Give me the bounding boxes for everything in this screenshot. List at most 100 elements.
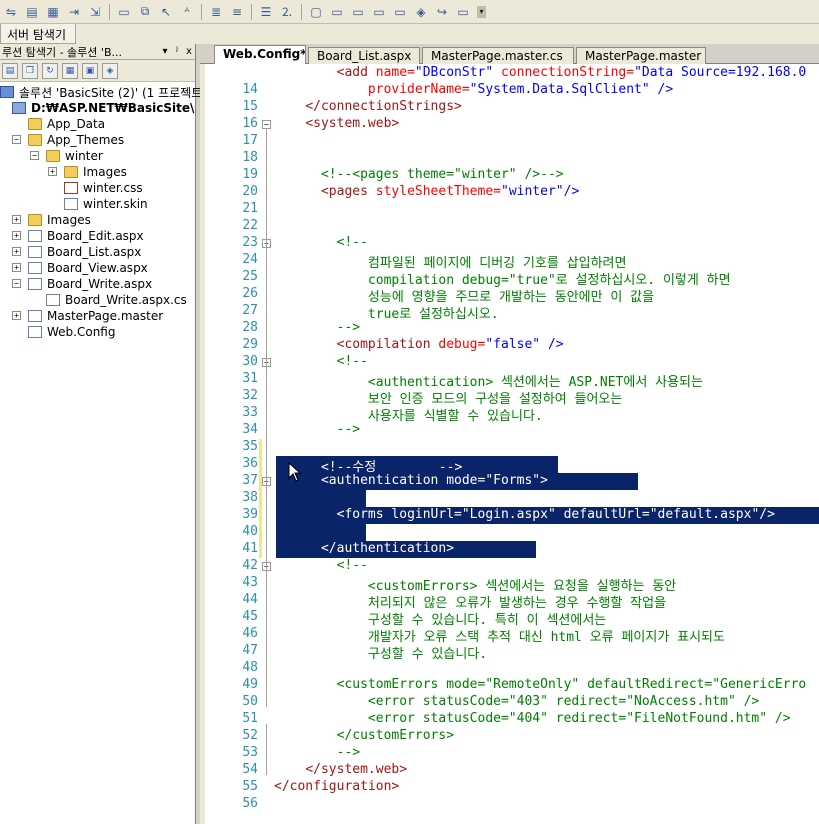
list-icon[interactable]: ☰ [257,3,275,21]
page-icon[interactable]: ▤ [23,3,41,21]
close-icon[interactable]: x [183,46,195,57]
tree-item[interactable]: + Board_Edit.aspx [0,228,195,244]
tree-item[interactable]: App_Data [0,116,195,132]
code-line[interactable]: 54 </system.web> [200,762,819,779]
nav-icon[interactable]: ⇲ [86,3,104,21]
toolbar-overflow-icon[interactable]: ▾ [477,5,486,18]
expand-icon[interactable]: + [48,167,57,176]
code-line[interactable]: 20 <pages styleSheetTheme="winter"/> [200,184,819,201]
code-line[interactable]: 29 <compilation debug="false" /> [200,337,819,354]
format-icon[interactable]: ⇋ [2,3,20,21]
code-line[interactable]: 43 <customErrors> 섹션에서는 요청을 실행하는 동안 [200,575,819,594]
comment4-icon[interactable]: ▭ [391,3,409,21]
pin-icon[interactable]: ᴶ [171,46,183,57]
code-line[interactable]: 49 <customErrors mode="RemoteOnly" defau… [200,677,819,694]
code-line[interactable]: 25 compilation debug="true"로 설정하십시오. 이렇게… [200,269,819,288]
tree-item[interactable]: − Board_Write.aspx [0,276,195,292]
indent-icon[interactable]: ≣ [207,3,225,21]
tree-item[interactable]: + Board_View.aspx [0,260,195,276]
code-line[interactable]: 47 구성할 수 있습니다. [200,643,819,662]
expand-icon[interactable]: + [12,231,21,240]
comment7-icon[interactable]: ▭ [454,3,472,21]
tree-item[interactable]: Web.Config [0,324,195,340]
window-icon[interactable]: ▭ [115,3,133,21]
pointer-icon[interactable]: ↖ [157,3,175,21]
layers-icon[interactable]: ⧉ [136,3,154,21]
code-line[interactable]: 41 </authentication> [200,541,819,558]
properties-icon[interactable]: ▤ [2,62,18,79]
expand-icon[interactable]: + [12,263,21,272]
outdent-icon[interactable]: ≡ [228,3,246,21]
code-line[interactable]: 17 [200,133,819,150]
nest-files-icon[interactable]: ▦ [62,62,78,79]
refresh-icon[interactable]: ↻ [42,62,58,79]
code-line[interactable]: 34 --> [200,422,819,439]
copy-website-icon[interactable]: ◈ [102,62,118,79]
code-line[interactable]: 45 구성할 수 있습니다. 특히 이 섹션에서는 [200,609,819,628]
comment6-icon[interactable]: ↪ [433,3,451,21]
tree-item[interactable]: 솔루션 'BasicSite (2)' (1 프로젝트) [0,84,207,100]
tree-item[interactable]: winter.skin [0,196,195,212]
tree-item[interactable]: D:₩ASP.NET₩BasicSite\ [0,100,195,116]
step-icon[interactable]: ⇥ [65,3,83,21]
tree-item[interactable]: winter.css [0,180,195,196]
tree-item[interactable]: + Images [0,164,195,180]
code-line[interactable]: 38 [200,490,819,507]
editor-tab[interactable]: MasterPage.master.cs [422,47,574,64]
show-all-files-icon[interactable]: ❐ [22,62,38,79]
comment3-icon[interactable]: ▭ [370,3,388,21]
code-line[interactable]: 32 보안 인증 모드의 구성을 설정하여 들어오는 [200,388,819,407]
view-code-icon[interactable]: ▣ [82,62,98,79]
tree-item[interactable]: + Board_List.aspx [0,244,195,260]
comment2-icon[interactable]: ▭ [349,3,367,21]
collapse-icon[interactable]: − [262,120,271,129]
expand-icon[interactable]: + [12,215,21,224]
tree-item[interactable]: − App_Themes [0,132,195,148]
code-line[interactable]: 55 </configuration> [200,779,819,796]
collapse-icon[interactable]: − [12,135,21,144]
editor-tab[interactable]: Web.Config* [214,45,306,65]
code-line[interactable]: 15 </connectionStrings> [200,99,819,116]
tree-item[interactable]: + MasterPage.master [0,308,195,324]
code-line[interactable]: 53 --> [200,745,819,762]
tree-item[interactable]: Board_Write.aspx.cs [0,292,195,308]
tree-item[interactable]: − winter [0,148,195,164]
code-line[interactable]: 24 컴파일된 페이지에 디버깅 기호를 삽입하려면 [200,252,819,271]
code-line[interactable]: 35 [200,439,819,456]
expand-icon[interactable]: + [12,247,21,256]
dropdown-icon[interactable]: ▾ [159,46,171,57]
code-line[interactable]: 39 <forms loginUrl="Login.aspx" defaultU… [200,507,819,524]
code-line[interactable]: 48 [200,660,819,677]
expand-icon[interactable]: + [12,311,21,320]
code-line[interactable]: 56 [200,796,819,813]
code-line[interactable]: 23− <!-- [200,235,819,252]
code-editor[interactable]: <add name="DBconStr" connectionString="D… [200,64,819,824]
code-line[interactable]: 31 <authentication> 섹션에서는 ASP.NET에서 사용되는 [200,371,819,390]
tree-item[interactable]: + Images [0,212,195,228]
code-line[interactable]: 14 providerName="System.Data.SqlClient" … [200,82,819,99]
code-line[interactable]: 21 [200,201,819,218]
font-icon[interactable]: ᴬ [178,3,196,21]
server-explorer-tab[interactable]: 서버 탐색기 [0,24,76,44]
box-icon[interactable]: ▢ [307,3,325,21]
comment5-icon[interactable]: ◈ [412,3,430,21]
code-line[interactable]: 52 </customErrors> [200,728,819,745]
collapse-icon[interactable]: − [30,151,39,160]
code-line[interactable]: 30− <!-- [200,354,819,371]
code-line[interactable]: 46 개발자가 오류 스택 추적 대신 html 오류 페이지가 표시되도 [200,626,819,645]
code-line[interactable]: 28 --> [200,320,819,337]
list-num-icon[interactable]: ⒉ [278,3,296,21]
code-line[interactable]: 51 <error statusCode="404" redirect="Fil… [200,711,819,728]
editor-tab[interactable]: MasterPage.master [576,47,706,64]
editor-tab[interactable]: Board_List.aspx [308,47,420,64]
collapse-icon[interactable]: − [12,279,21,288]
code-line[interactable]: 40 [200,524,819,541]
code-line[interactable]: 22 [200,218,819,235]
code-line[interactable]: 26 성능에 영향을 주므로 개발하는 동안에만 이 값을 [200,286,819,305]
comment-icon[interactable]: ▭ [328,3,346,21]
code-line[interactable]: 16− <system.web> [200,116,819,133]
table-icon[interactable]: ▦ [44,3,62,21]
code-line[interactable]: 42− <!-- [200,558,819,575]
code-line[interactable]: 18 [200,150,819,167]
code-line[interactable]: 19 <!--<pages theme="winter" />--> [200,167,819,184]
